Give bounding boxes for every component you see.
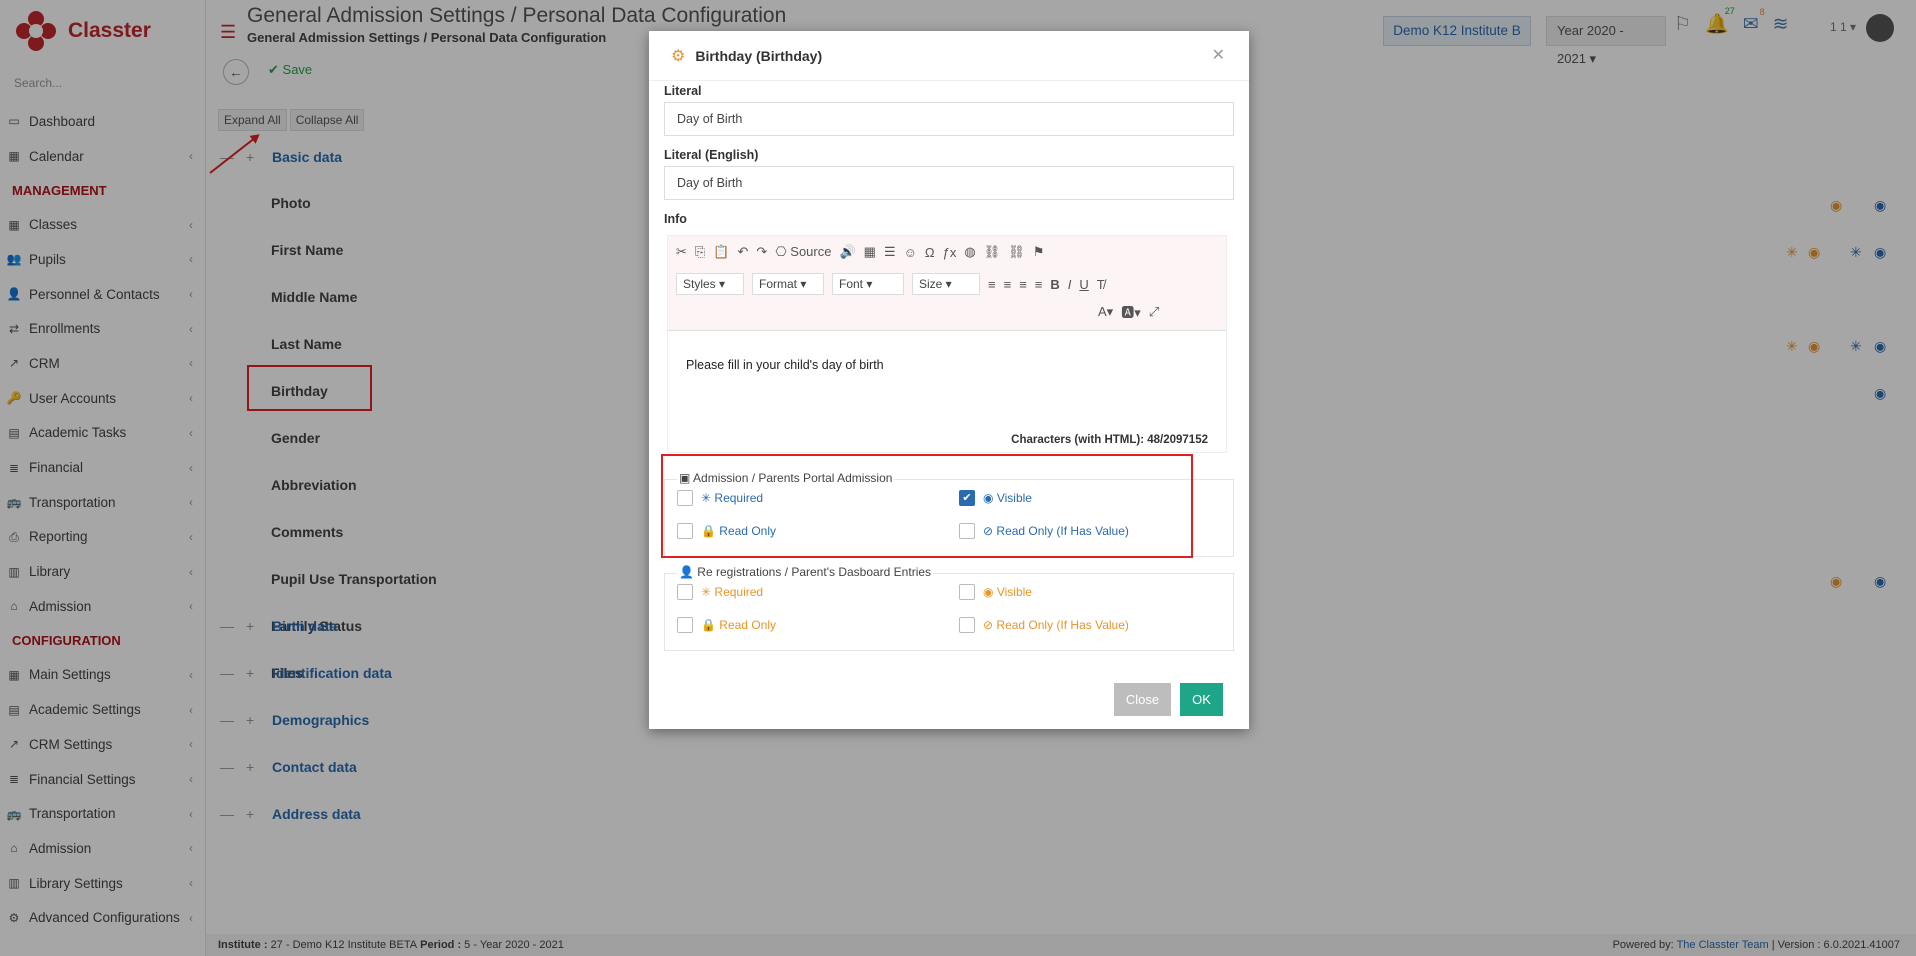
user-edit-icon: 👤	[679, 565, 694, 579]
editor-content[interactable]: Please fill in your child's day of birth	[686, 358, 884, 372]
styles-dropdown[interactable]: Styles ▾	[676, 273, 744, 295]
source-button[interactable]: ⎔ Source	[775, 244, 831, 260]
align-center-icon[interactable]: ≡	[1004, 277, 1012, 292]
literal-label: Literal	[664, 84, 702, 98]
literal-english-input[interactable]: Day of Birth	[664, 166, 1234, 200]
size-dropdown[interactable]: Size ▾	[912, 273, 980, 295]
styles-label: Styles	[683, 277, 716, 291]
field-settings-modal: ⚙ Birthday (Birthday) ✕ Literal Day of B…	[649, 31, 1249, 729]
rereg-readonly-if-value-checkbox[interactable]: ⊘ Read Only (If Has Value)	[959, 617, 1129, 633]
readonly-label: Read Only	[719, 618, 776, 632]
rich-text-editor: ✂ ⎘ 📋 ↶ ↷ ⎔ Source 🔊 ▦ ☰ ☺ Ω ƒx ◍ ⛓ ⛓ ⚑ …	[667, 235, 1227, 453]
toolbar-row-1: ✂ ⎘ 📋 ↶ ↷ ⎔ Source 🔊 ▦ ☰ ☺ Ω ƒx ◍ ⛓ ⛓ ⚑	[676, 244, 1044, 260]
close-icon[interactable]: ✕	[1212, 45, 1225, 65]
literal-input[interactable]: Day of Birth	[664, 102, 1234, 136]
editor-toolbar: ✂ ⎘ 📋 ↶ ↷ ⎔ Source 🔊 ▦ ☰ ☺ Ω ƒx ◍ ⛓ ⛓ ⚑ …	[668, 236, 1226, 331]
maximize-icon[interactable]: ⤢	[1149, 304, 1159, 320]
unlink-icon[interactable]: ⛓	[1008, 244, 1025, 260]
text-color-icon[interactable]: A▾	[1098, 304, 1113, 320]
format-dropdown[interactable]: Format ▾	[752, 273, 824, 295]
background-color-icon[interactable]: 🅰▾	[1121, 302, 1141, 321]
rereg-required-checkbox[interactable]: ✳ Required	[677, 584, 763, 600]
format-label: Format	[759, 277, 798, 291]
ban-icon: ⊘	[983, 618, 994, 632]
visible-label: Visible	[996, 585, 1032, 599]
readonly-if-value-label: Read Only (If Has Value)	[996, 618, 1129, 632]
align-left-icon[interactable]: ≡	[988, 277, 996, 292]
cut-icon[interactable]: ✂	[676, 244, 687, 260]
align-right-icon[interactable]: ≡	[1019, 277, 1027, 292]
rereg-readonly-checkbox[interactable]: 🔒 Read Only	[677, 617, 776, 633]
eye-icon: ◉	[983, 585, 994, 599]
required-label: Required	[714, 585, 764, 599]
lock-icon: 🔒	[701, 618, 716, 632]
omega-icon[interactable]: Ω	[925, 245, 935, 260]
modal-header: ⚙ Birthday (Birthday) ✕	[649, 31, 1249, 81]
undo-icon[interactable]: ↶	[738, 244, 749, 260]
copy-icon[interactable]: ⎘	[695, 244, 705, 260]
size-label: Size	[919, 277, 943, 291]
table-icon[interactable]: ▦	[864, 244, 876, 260]
literal-english-label: Literal (English)	[664, 148, 759, 162]
character-count: Characters (with HTML): 48/2097152	[1011, 434, 1208, 446]
underline-icon[interactable]: U	[1079, 277, 1088, 292]
globe-icon[interactable]: ◍	[964, 244, 975, 260]
link-icon[interactable]: ⛓	[984, 244, 1001, 260]
info-label: Info	[664, 212, 687, 226]
paste-icon[interactable]: 📋	[713, 244, 729, 260]
remove-format-icon[interactable]: T̸	[1097, 277, 1105, 292]
italic-icon[interactable]: I	[1068, 277, 1072, 292]
checkbox-box[interactable]	[677, 617, 693, 633]
settings-icon: ⚙	[671, 47, 686, 65]
bold-icon[interactable]: B	[1050, 277, 1059, 292]
ok-button[interactable]: OK	[1180, 683, 1223, 716]
toolbar-row-3: A▾ 🅰▾ ⤢	[1098, 302, 1159, 321]
font-dropdown[interactable]: Font ▾	[832, 273, 904, 295]
checkbox-box[interactable]	[677, 584, 693, 600]
reregistration-legend-text: Re registrations / Parent's Dasboard Ent…	[697, 565, 932, 579]
horizontal-line-icon[interactable]: ☰	[884, 244, 896, 260]
formula-icon[interactable]: ƒx	[943, 245, 957, 260]
smiley-icon[interactable]: ☺	[904, 245, 917, 260]
justify-icon[interactable]: ≡	[1035, 277, 1043, 292]
toolbar-row-2: Styles ▾ Format ▾ Font ▾ Size ▾ ≡ ≡ ≡ ≡ …	[676, 273, 1105, 295]
reregistration-legend: 👤 Re registrations / Parent's Dasboard E…	[677, 565, 934, 579]
rereg-visible-checkbox[interactable]: ◉ Visible	[959, 584, 1032, 600]
audio-icon[interactable]: 🔊	[839, 244, 855, 260]
source-label: Source	[790, 244, 832, 259]
redo-icon[interactable]: ↷	[756, 244, 767, 260]
reregistration-fieldset: 👤 Re registrations / Parent's Dasboard E…	[664, 565, 1234, 651]
asterisk-icon: ✳	[701, 585, 712, 599]
modal-title: Birthday (Birthday)	[695, 47, 823, 64]
admission-highlight-box	[661, 454, 1193, 558]
font-label: Font	[839, 277, 864, 291]
checkbox-box[interactable]	[959, 584, 975, 600]
anchor-flag-icon[interactable]: ⚑	[1033, 244, 1045, 260]
checkbox-box[interactable]	[959, 617, 975, 633]
close-button[interactable]: Close	[1114, 683, 1171, 716]
